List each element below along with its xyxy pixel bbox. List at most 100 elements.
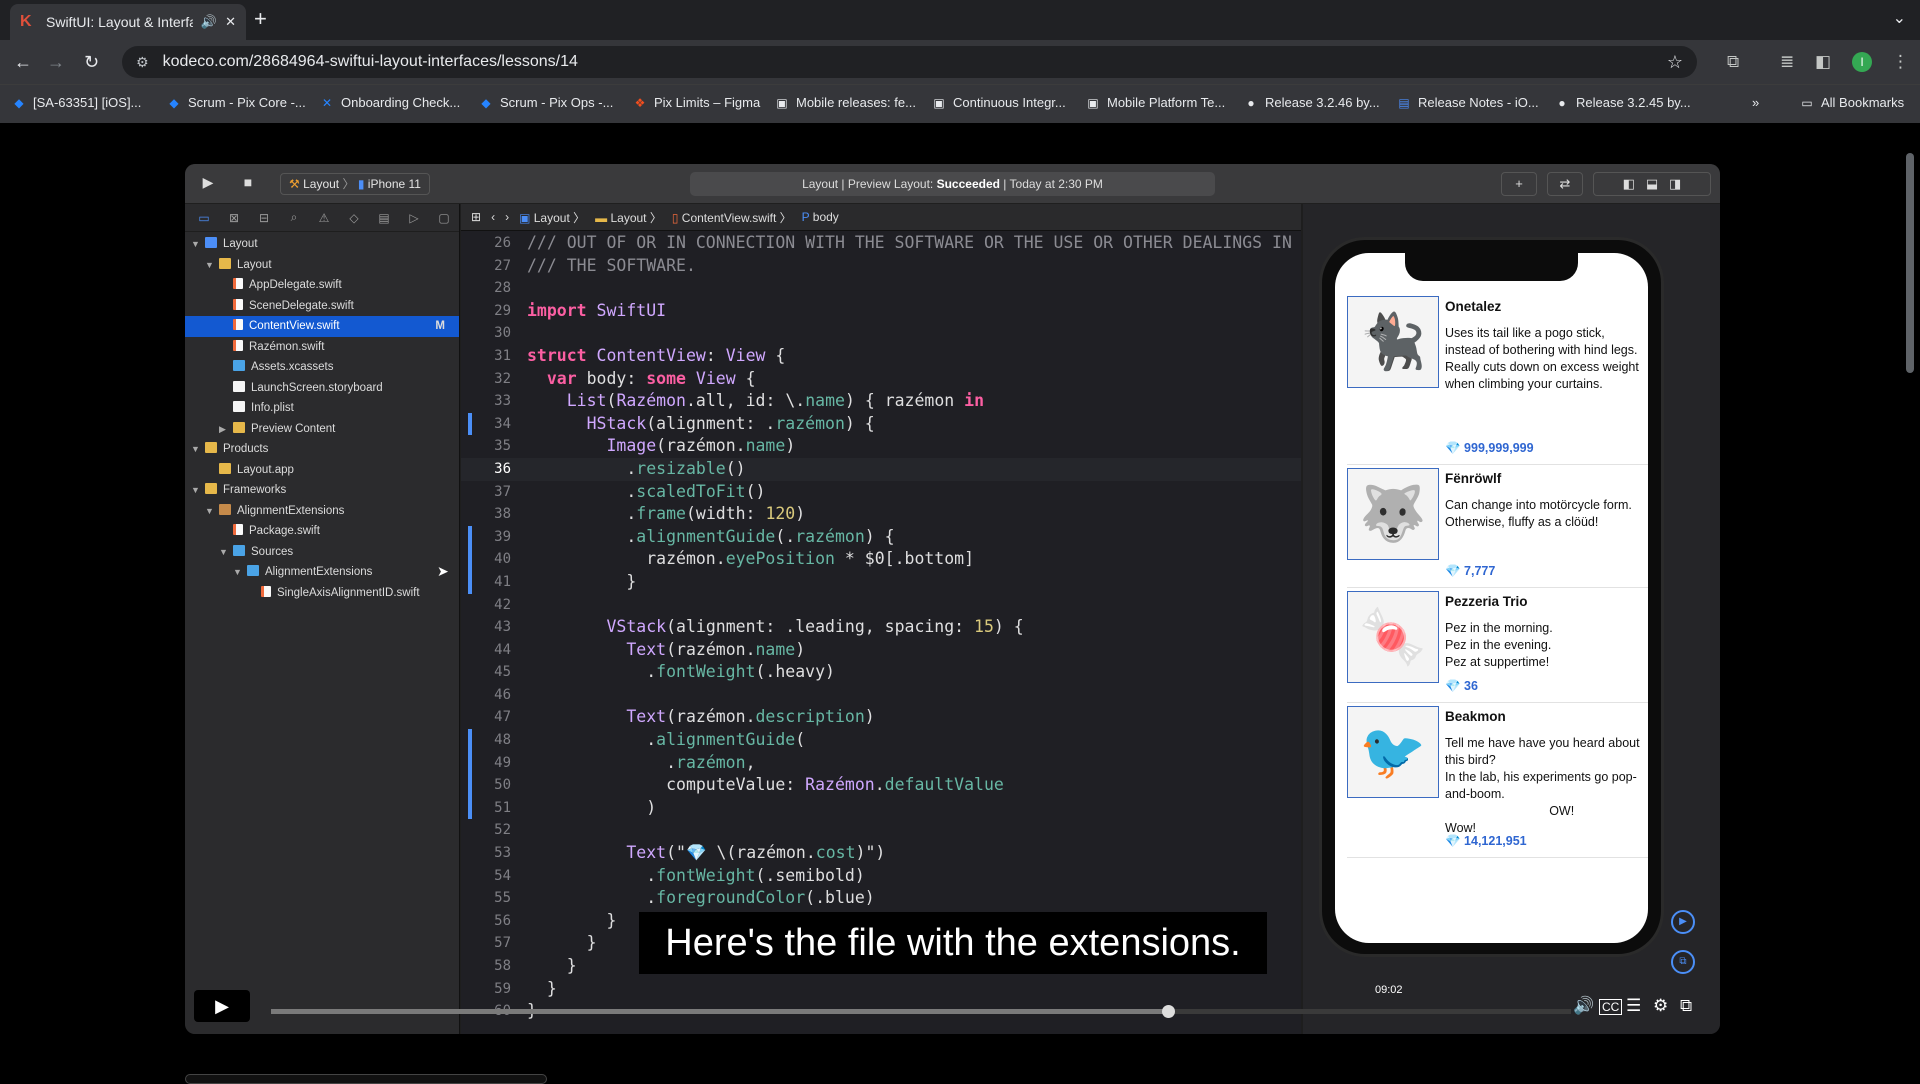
code-line[interactable]: 44 Text(razémon.name)	[461, 639, 1301, 662]
disclosure-expanded-icon[interactable]: ▼	[233, 562, 242, 583]
test-icon[interactable]: ◇	[339, 211, 369, 225]
code-line[interactable]: 41 }	[461, 570, 1301, 594]
navigator-item[interactable]: ▼ Layout	[185, 234, 459, 255]
live-preview-icon[interactable]: ▶	[1671, 910, 1695, 934]
code-line[interactable]: 34 HStack(alignment: .razémon) {	[461, 412, 1301, 436]
jump-project[interactable]: ▣ Layout 〉	[519, 209, 585, 226]
bookmark-item[interactable]: ▤ Release Notes - iO...	[1397, 95, 1538, 110]
volume-icon[interactable]: 🔊	[1573, 996, 1594, 1016]
navigator-item[interactable]: ▼ AlignmentExtensions	[185, 562, 459, 583]
stop-icon[interactable]: ■	[237, 174, 259, 194]
navigator-item[interactable]: Assets.xcassets	[185, 357, 459, 378]
bookmark-item[interactable]: ● Release 3.2.46 by...	[1244, 95, 1379, 110]
bookmark-item[interactable]: ◆ [SA-63351] [iOS]...	[12, 95, 141, 110]
navigator-item[interactable]: ▼ AlignmentExtensions	[185, 501, 459, 522]
bookmark-item[interactable]: ◆ Scrum - Pix Ops -...	[479, 95, 613, 110]
grid-icon[interactable]: ⊞	[471, 210, 481, 224]
extensions-icon[interactable]: ⧉	[1727, 52, 1739, 72]
navigator-item[interactable]: Package.swift	[185, 521, 459, 542]
side-panel-icon[interactable]: ◧	[1815, 52, 1831, 72]
code-line[interactable]: 39 .alignmentGuide(.razémon) {	[461, 525, 1301, 549]
code-line[interactable]: 53 Text("💎 \(razémon.cost)")	[461, 842, 1301, 865]
navigator-item[interactable]: ▶ Preview Content	[185, 419, 459, 440]
navigator-item[interactable]: AppDelegate.swift	[185, 275, 459, 296]
debug-icon[interactable]: ▤	[369, 211, 399, 225]
tab-search-button[interactable]: ⌄	[1893, 8, 1906, 28]
page-scrollbar[interactable]	[1906, 153, 1914, 373]
code-line[interactable]: 35 Image(razémon.name)	[461, 435, 1301, 458]
disclosure-expanded-icon[interactable]: ▼	[191, 234, 200, 255]
razemon-row[interactable]: 🍬 Pezzeria Trio Pez in the morning. Pez in…	[1347, 588, 1648, 703]
video-progress-bar[interactable]	[271, 1005, 1571, 1018]
scheme-selector[interactable]: ⚒ Layout 〉 ▮ iPhone 11	[280, 173, 430, 195]
symbol-icon[interactable]: ⊟	[249, 211, 279, 225]
code-line[interactable]: 47 Text(razémon.description)	[461, 706, 1301, 729]
jump-symbol[interactable]: P body	[802, 210, 839, 224]
disclosure-expanded-icon[interactable]: ▼	[205, 255, 214, 276]
breakpoint-icon[interactable]: ▷	[399, 211, 429, 225]
code-line[interactable]: 48 .alignmentGuide(	[461, 729, 1301, 752]
disclosure-expanded-icon[interactable]: ▼	[191, 480, 200, 501]
code-line[interactable]: 50 computeValue: Razémon.defaultValue	[461, 774, 1301, 797]
bookmark-star-icon[interactable]: ☆	[1667, 52, 1683, 73]
navigator-item[interactable]: ContentView.swift M	[185, 316, 459, 337]
code-line[interactable]: 52	[461, 819, 1301, 842]
code-line[interactable]: 36 .resizable()	[461, 457, 1301, 481]
code-line[interactable]: 45 .fontWeight(.heavy)	[461, 661, 1301, 684]
close-tab-icon[interactable]: ✕	[225, 14, 236, 30]
razemon-row[interactable]: 🐦 Beakmon Tell me have have you heard abou…	[1347, 703, 1648, 858]
duplicate-preview-icon[interactable]: ⧉	[1671, 950, 1695, 974]
code-line[interactable]: 54 .fontWeight(.semibold)	[461, 865, 1301, 888]
address-bar[interactable]: ⚙ kodeco.com/28684964-swiftui-layout-int…	[122, 46, 1697, 78]
code-review-button[interactable]: ⇄	[1547, 172, 1583, 196]
navigator-item[interactable]: ▼ Products	[185, 439, 459, 460]
play-button[interactable]: ▶	[194, 990, 250, 1022]
folder-icon[interactable]: ▭	[189, 211, 219, 225]
menu-icon[interactable]: ⋮	[1892, 52, 1909, 72]
navigator-item[interactable]: Layout.app	[185, 460, 459, 481]
navigator-item[interactable]: ▼ Frameworks	[185, 480, 459, 501]
more-bookmarks-button[interactable]: »	[1752, 95, 1759, 110]
back-nav-icon[interactable]: ‹	[491, 210, 495, 224]
preview-screen[interactable]: 🐈‍⬛ Onetalez Uses its tail like a pogo sti…	[1335, 253, 1648, 943]
picture-in-picture-icon[interactable]: ⧉	[1680, 996, 1692, 1016]
bookmark-item[interactable]: ▣ Mobile Platform Te...	[1086, 95, 1225, 110]
code-line[interactable]: 43 VStack(alignment: .leading, spacing: …	[461, 616, 1301, 639]
report-icon[interactable]: ▢	[429, 211, 459, 225]
find-icon[interactable]: ⌕	[279, 210, 309, 225]
bookmark-item[interactable]: ◆ Scrum - Pix Core -...	[167, 95, 305, 110]
video-scrubber-handle[interactable]	[1162, 1005, 1175, 1018]
all-bookmarks-button[interactable]: ▭ All Bookmarks	[1800, 95, 1904, 110]
forward-nav-icon[interactable]: ›	[505, 210, 509, 224]
navigator-item[interactable]: SceneDelegate.swift	[185, 296, 459, 317]
back-button[interactable]: ←	[14, 50, 32, 74]
code-line[interactable]: 27 /// THE SOFTWARE.	[461, 255, 1301, 278]
issue-icon[interactable]: ⚠	[309, 211, 339, 225]
bookmark-item[interactable]: ✕ Onboarding Check...	[320, 95, 460, 110]
source-control-icon[interactable]: ⊠	[219, 211, 249, 225]
playlist-icon[interactable]: ☰	[1626, 996, 1641, 1016]
code-line[interactable]: 55 .foregroundColor(.blue)	[461, 887, 1301, 910]
disclosure-collapsed-icon[interactable]: ▶	[219, 419, 226, 440]
code-line[interactable]: 38 .frame(width: 120)	[461, 503, 1301, 526]
navigator-item[interactable]: LaunchScreen.storyboard	[185, 378, 459, 399]
bookmark-item[interactable]: ▣ Continuous Integr...	[932, 95, 1065, 110]
profile-avatar[interactable]: I	[1852, 52, 1872, 72]
panel-toggle-group[interactable]: ◧ ⬓ ◨	[1593, 172, 1711, 196]
library-button[interactable]: +	[1501, 172, 1537, 196]
media-controls-icon[interactable]: ≣	[1780, 52, 1794, 72]
code-line[interactable]: 30	[461, 322, 1301, 345]
navigator-item[interactable]: ▼ Layout	[185, 255, 459, 276]
bookmark-item[interactable]: ▣ Mobile releases: fe...	[775, 95, 916, 110]
code-line[interactable]: 29 import SwiftUI	[461, 300, 1301, 323]
razemon-row[interactable]: 🐈‍⬛ Onetalez Uses its tail like a pogo sti…	[1347, 293, 1648, 465]
disclosure-expanded-icon[interactable]: ▼	[191, 439, 200, 460]
new-tab-button[interactable]: +	[254, 8, 267, 30]
razemon-row[interactable]: 🐺 Fënröwlf Can change into motörcycle form…	[1347, 465, 1648, 588]
navigator-item[interactable]: ▼ Sources	[185, 542, 459, 563]
captions-icon[interactable]: CC	[1599, 999, 1623, 1015]
code-line[interactable]: 42	[461, 594, 1301, 617]
navigator-item[interactable]: Info.plist	[185, 398, 459, 419]
forward-button[interactable]: →	[47, 50, 65, 74]
audio-playing-icon[interactable]: 🔊	[201, 14, 217, 30]
